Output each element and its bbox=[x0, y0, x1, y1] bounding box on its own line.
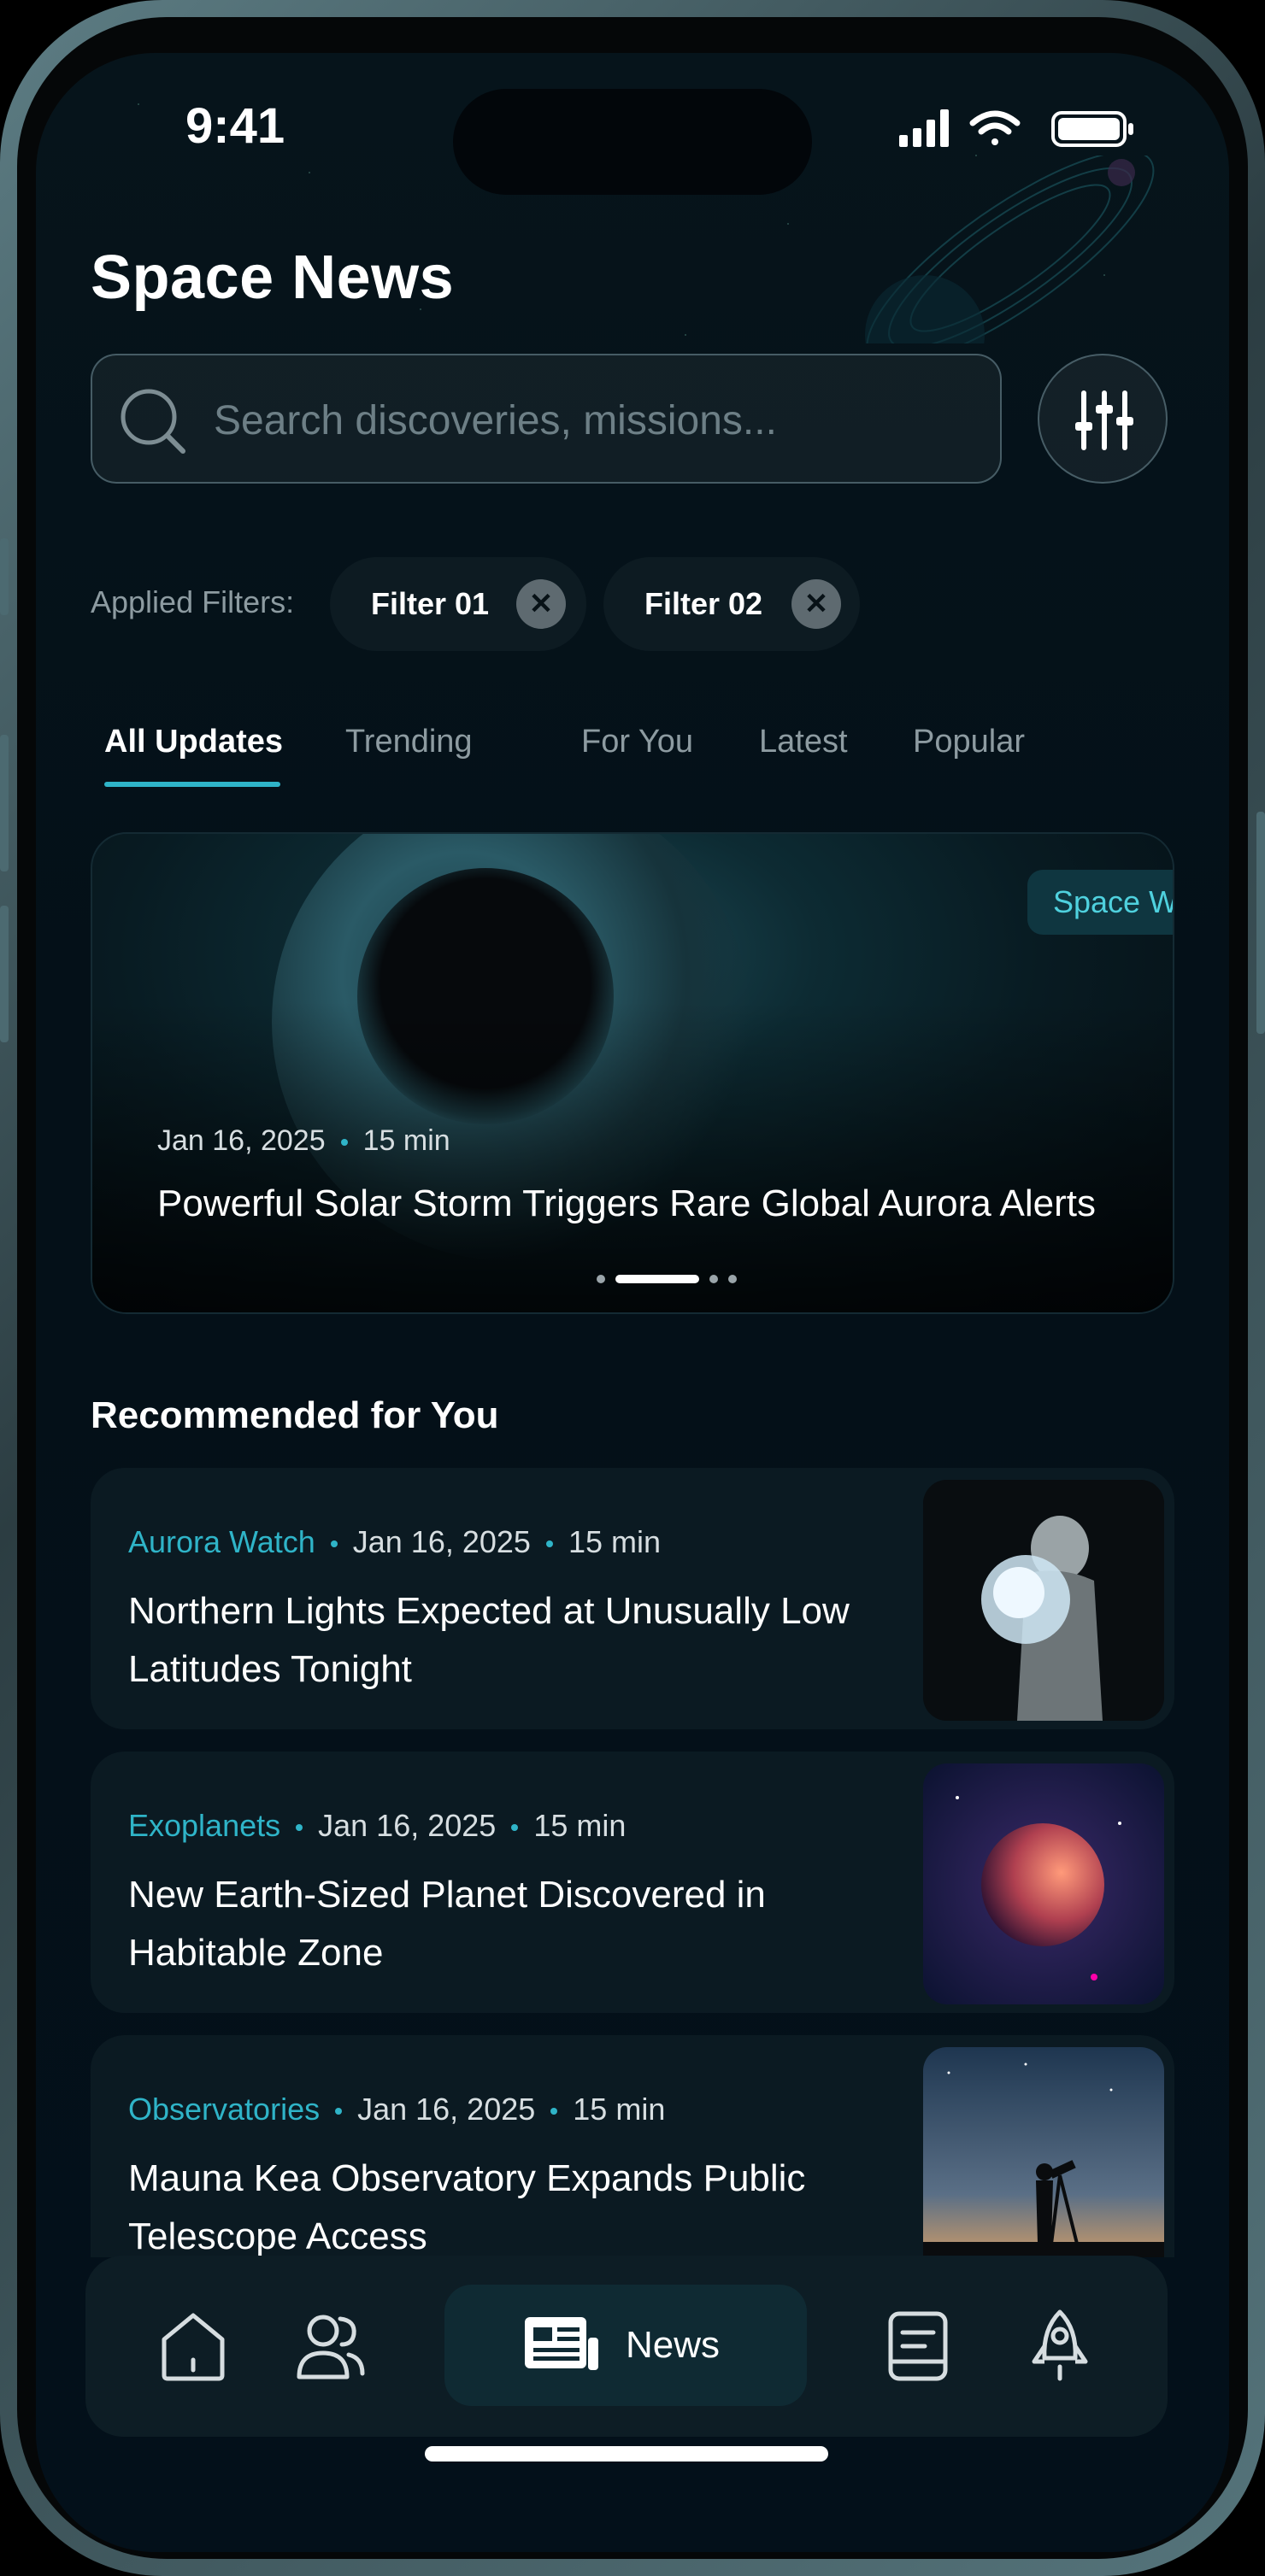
recommended-article-card[interactable]: Exoplanets Jan 16, 2025 15 min New Earth-S… bbox=[91, 1752, 1174, 2013]
pager-dot[interactable] bbox=[728, 1275, 737, 1283]
filter-chip-label: Filter 02 bbox=[644, 586, 763, 621]
tab-for-you[interactable]: For You bbox=[581, 724, 693, 760]
image-overlay bbox=[92, 834, 1173, 1312]
search-bar[interactable] bbox=[91, 354, 1002, 484]
article-meta: Aurora Watch Jan 16, 2025 15 min bbox=[128, 1524, 661, 1560]
page-title: Space News bbox=[91, 244, 455, 312]
status-icons bbox=[899, 109, 1133, 147]
tab-all-updates[interactable]: All Updates bbox=[104, 724, 283, 760]
filter-chip[interactable]: Filter 01 ✕ bbox=[330, 557, 586, 651]
planet-rings-decoration bbox=[865, 155, 1155, 343]
article-thumbnail bbox=[923, 1763, 1164, 2004]
battery-icon bbox=[1051, 111, 1133, 147]
status-bar: 9:41 bbox=[36, 89, 1229, 195]
community-icon[interactable] bbox=[289, 2305, 371, 2387]
home-indicator[interactable] bbox=[425, 2446, 828, 2462]
recommended-title: Recommended for You bbox=[91, 1394, 499, 1436]
astronaut-thumbnail-art bbox=[923, 1480, 1164, 1721]
recommended-article-card[interactable]: Aurora Watch Jan 16, 2025 15 min Northern … bbox=[91, 1468, 1174, 1729]
volume-down-button bbox=[0, 906, 9, 1042]
featured-title: Powerful Solar Storm Triggers Rare Globa… bbox=[157, 1182, 1097, 1224]
carousel-pager bbox=[597, 1275, 750, 1287]
article-date: Jan 16, 2025 bbox=[318, 1808, 497, 1843]
rocket-icon[interactable] bbox=[1019, 2305, 1101, 2387]
search-icon bbox=[121, 389, 185, 454]
article-category: Observatories bbox=[128, 2092, 321, 2127]
bottom-navigation: News bbox=[85, 2256, 1168, 2437]
filter-settings-button[interactable] bbox=[1038, 354, 1168, 484]
meta-dot bbox=[550, 2108, 558, 2115]
article-title: Mauna Kea Observatory Expands Public Tel… bbox=[128, 2157, 806, 2257]
status-time: 9:41 bbox=[185, 98, 285, 154]
volume-up-button bbox=[0, 735, 9, 871]
tab-popular[interactable]: Popular bbox=[913, 724, 1025, 760]
tab-latest[interactable]: Latest bbox=[759, 724, 848, 760]
featured-date: Jan 16, 2025 bbox=[157, 1124, 326, 1157]
article-read-time: 15 min bbox=[573, 2092, 666, 2127]
remove-filter-icon[interactable]: ✕ bbox=[516, 579, 566, 629]
active-tab-indicator bbox=[104, 782, 280, 787]
search-input[interactable] bbox=[212, 381, 968, 460]
signal-icon bbox=[899, 109, 949, 147]
article-meta: Exoplanets Jan 16, 2025 15 min bbox=[128, 1808, 626, 1844]
book-icon[interactable] bbox=[877, 2305, 959, 2387]
meta-dot bbox=[545, 1540, 553, 1548]
home-icon[interactable] bbox=[152, 2305, 234, 2387]
applied-filters: Applied Filters: Filter 01 ✕ Filter 02 ✕ bbox=[91, 557, 1202, 651]
meta-dot bbox=[335, 2108, 343, 2115]
article-category: Exoplanets bbox=[128, 1808, 281, 1843]
article-thumbnail bbox=[923, 2047, 1164, 2257]
pager-dot[interactable] bbox=[597, 1275, 605, 1283]
remove-filter-icon[interactable]: ✕ bbox=[791, 579, 841, 629]
article-title: New Earth-Sized Planet Discovered in Hab… bbox=[128, 1874, 766, 1974]
dynamic-island bbox=[453, 89, 812, 195]
news-icon bbox=[525, 2317, 598, 2370]
planet-thumbnail-art bbox=[923, 1763, 1164, 2004]
meta-dot bbox=[511, 1824, 519, 1832]
pager-dot[interactable] bbox=[709, 1275, 718, 1283]
article-read-time: 15 min bbox=[533, 1808, 627, 1843]
meta-dot bbox=[330, 1540, 338, 1548]
sliders-icon bbox=[1075, 390, 1133, 450]
meta-dot bbox=[340, 1139, 348, 1147]
wifi-icon bbox=[969, 110, 1021, 145]
app-screen: 9:41 Space News Search discoveries, miss… bbox=[36, 53, 1229, 2552]
featured-category-tag: Space Weath bbox=[1027, 870, 1173, 935]
nav-item-label: News bbox=[626, 2324, 721, 2366]
category-tabs: All Updates Trending For You Latest Popu… bbox=[104, 724, 1181, 792]
pager-dot-active[interactable] bbox=[615, 1275, 699, 1283]
article-category: Aurora Watch bbox=[128, 1524, 315, 1559]
nav-item-news[interactable]: News bbox=[444, 2285, 807, 2406]
article-meta: Observatories Jan 16, 2025 15 min bbox=[128, 2092, 665, 2127]
applied-filters-label: Applied Filters: bbox=[91, 584, 295, 619]
side-button bbox=[0, 538, 9, 615]
article-thumbnail bbox=[923, 1480, 1164, 1721]
featured-meta: Jan 16, 2025 15 min bbox=[157, 1124, 450, 1158]
article-read-time: 15 min bbox=[568, 1524, 661, 1559]
meta-dot bbox=[296, 1824, 303, 1832]
article-date: Jan 16, 2025 bbox=[357, 2092, 536, 2127]
featured-read-time: 15 min bbox=[362, 1124, 450, 1157]
tab-trending[interactable]: Trending bbox=[345, 724, 473, 760]
article-date: Jan 16, 2025 bbox=[352, 1524, 531, 1559]
featured-article-card[interactable]: Space Weath Jan 16, 2025 15 min Powerful … bbox=[91, 832, 1174, 1314]
recommended-article-card[interactable]: Observatories Jan 16, 2025 15 min Mauna Ke… bbox=[91, 2035, 1174, 2257]
article-title: Northern Lights Expected at Unusually Lo… bbox=[128, 1590, 850, 1690]
power-button bbox=[1256, 812, 1265, 1034]
observatory-thumbnail-art bbox=[923, 2047, 1164, 2257]
filter-chip[interactable]: Filter 02 ✕ bbox=[603, 557, 860, 651]
filter-chip-label: Filter 01 bbox=[371, 586, 490, 621]
